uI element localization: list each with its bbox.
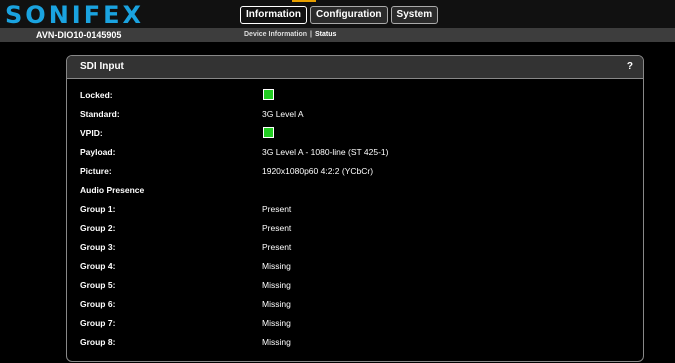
row-value: Missing (262, 299, 291, 309)
locked-indicator-icon (263, 89, 274, 100)
row-value: 3G Level A - 1080-line (ST 425-1) (262, 147, 389, 157)
row-value: Missing (262, 337, 291, 347)
row-label: Picture: (80, 166, 112, 176)
sonifex-logo: SONIFEX (5, 1, 144, 29)
row-group-4: Group 4: Missing (67, 257, 643, 276)
row-label: Group 5: (80, 280, 116, 290)
row-label: Standard: (80, 109, 120, 119)
help-icon[interactable]: ? (627, 56, 633, 78)
row-label: VPID: (80, 128, 103, 138)
sub-bar: AVN-DIO10-0145905 Device Information | Sta… (0, 28, 675, 42)
tab-information[interactable]: Information (240, 6, 307, 24)
row-group-3: Group 3: Present (67, 238, 643, 257)
row-picture: Picture: 1920x1080p60 4:2:2 (YCbCr) (67, 162, 643, 181)
row-payload: Payload: 3G Level A - 1080-line (ST 425-… (67, 143, 643, 162)
row-label: Group 2: (80, 223, 116, 233)
sdi-input-panel: SDI Input ? Locked: Standard: 3G Level A… (66, 55, 644, 362)
row-value: Missing (262, 318, 291, 328)
breadcrumb-separator: | (310, 31, 312, 38)
row-group-8: Group 8: Missing (67, 333, 643, 352)
row-value: 1920x1080p60 4:2:2 (YCbCr) (262, 166, 374, 176)
tab-system[interactable]: System (390, 6, 439, 24)
row-group-6: Group 6: Missing (67, 295, 643, 314)
row-group-5: Group 5: Missing (67, 276, 643, 295)
row-value: Missing (262, 261, 291, 271)
row-label: Group 4: (80, 261, 116, 271)
top-bar: SONIFEX Information Configuration System (0, 0, 675, 29)
row-locked: Locked: (67, 86, 643, 105)
row-label: Group 6: (80, 299, 116, 309)
row-group-1: Group 1: Present (67, 200, 643, 219)
panel-header: SDI Input ? (67, 56, 643, 79)
row-vpid: VPID: (67, 124, 643, 143)
tab-configuration[interactable]: Configuration (310, 6, 388, 24)
row-label: Locked: (80, 90, 113, 100)
row-label: Group 1: (80, 204, 116, 214)
row-group-7: Group 7: Missing (67, 314, 643, 333)
row-audio-presence: Audio Presence (67, 181, 643, 200)
row-standard: Standard: 3G Level A (67, 105, 643, 124)
panel-title: SDI Input (80, 61, 124, 72)
status-list: Locked: Standard: 3G Level A VPID: Paylo… (67, 86, 643, 352)
row-value: Present (262, 223, 292, 233)
row-label: Payload: (80, 147, 116, 157)
row-value: 3G Level A (262, 109, 304, 119)
breadcrumb-status[interactable]: Status (315, 31, 336, 38)
row-group-2: Group 2: Present (67, 219, 643, 238)
section-heading: Audio Presence (80, 185, 145, 195)
row-value: Present (262, 242, 292, 252)
row-value: Missing (262, 280, 291, 290)
device-name: AVN-DIO10-0145905 (36, 30, 122, 40)
row-label: Group 3: (80, 242, 116, 252)
row-label: Group 7: (80, 318, 116, 328)
row-value: Present (262, 204, 292, 214)
active-tab-accent (292, 0, 316, 2)
vpid-indicator-icon (263, 127, 274, 138)
breadcrumb: Device Information | Status (244, 28, 336, 42)
breadcrumb-device-information[interactable]: Device Information (244, 31, 307, 38)
main-nav: Information Configuration System (240, 6, 439, 24)
row-label: Group 8: (80, 337, 116, 347)
